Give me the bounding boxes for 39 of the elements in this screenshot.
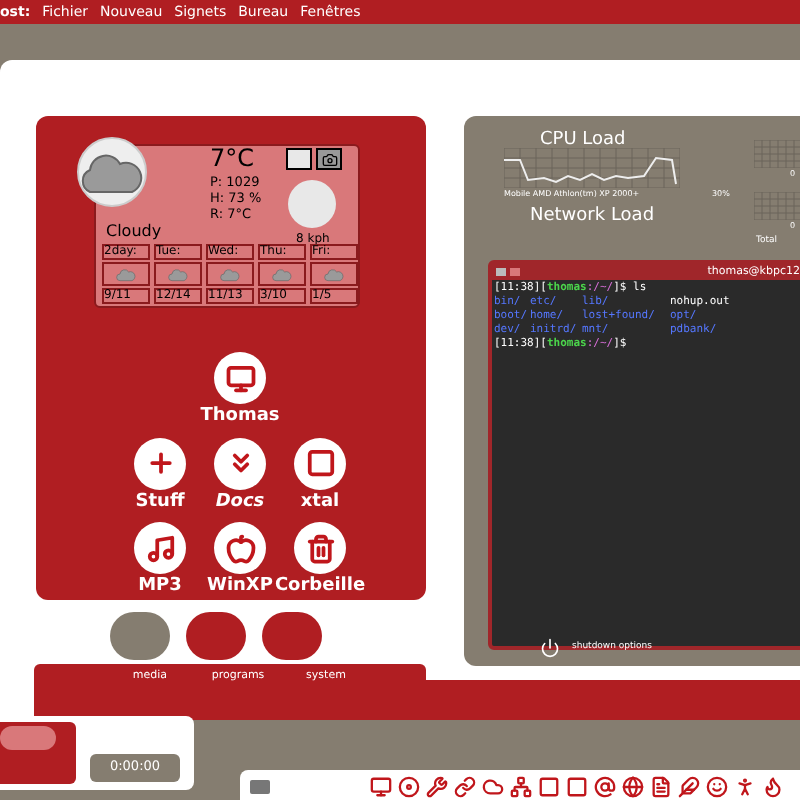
cloud-icon[interactable] [482,776,504,798]
disc-icon[interactable] [398,776,420,798]
desktop-icon-label[interactable]: MP3 [138,574,182,601]
desktop-icon-label[interactable]: Docs [215,489,265,516]
cloud-icon [220,267,240,281]
file-icon[interactable] [650,776,672,798]
trash-bin-icon [305,533,335,563]
person-icon[interactable] [734,776,756,798]
weather-condition: Cloudy [106,222,162,240]
plus-icon [145,448,175,478]
monitor-icon[interactable] [370,776,392,798]
link-icon[interactable] [454,776,476,798]
network-load-title: Network Load [530,204,655,230]
monitor-icon [225,363,255,393]
camera-button[interactable] [316,148,342,170]
sun-cloud-icon [72,132,152,212]
temperature: 7°C [210,146,255,172]
globe-icon[interactable] [622,776,644,798]
music-note-icon [145,533,175,563]
feather-icon[interactable] [678,776,700,798]
cloud-icon [272,267,292,281]
power-icon[interactable] [540,638,560,658]
desktop-icon-label[interactable]: Corbeille [274,574,366,601]
cloud-icon [168,267,188,281]
desktop-icon-label[interactable]: xtal [300,489,340,516]
apple-icon [225,533,255,563]
cloud-icon [324,267,344,281]
network-icon[interactable] [510,776,532,798]
window-icon[interactable] [566,776,588,798]
window-icon[interactable] [538,776,560,798]
smile-icon[interactable] [706,776,728,798]
desktop-icon-label[interactable]: Stuff [135,489,185,516]
wrench-icon[interactable] [426,776,448,798]
flame-icon[interactable] [762,776,784,798]
desktop-icon-label[interactable]: Thomas [200,404,280,431]
cloud-icon [116,267,136,281]
cpu-load-title: CPU Load [540,128,626,154]
at-icon[interactable] [594,776,616,798]
desktop-icon-label[interactable]: WinXP [207,574,273,601]
